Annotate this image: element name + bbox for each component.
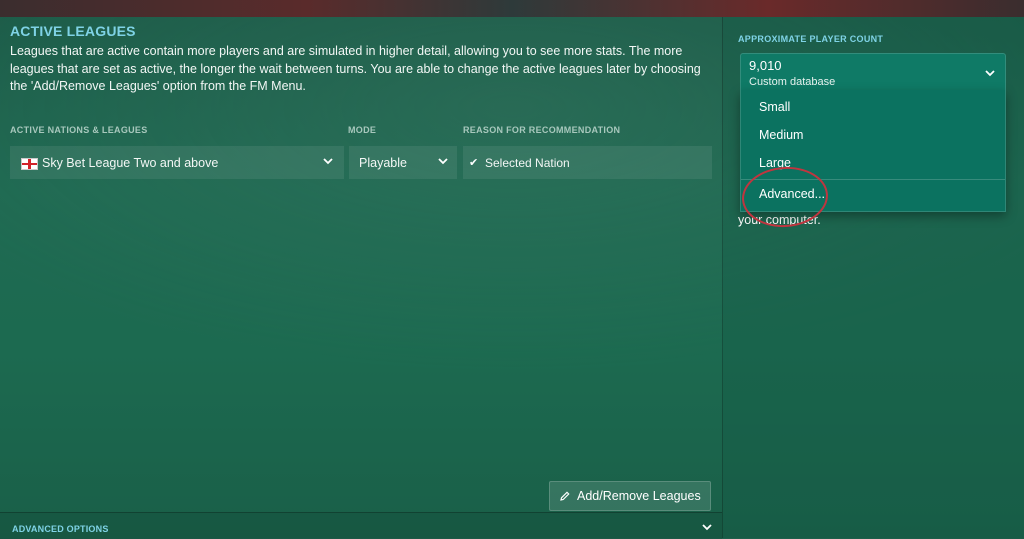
reason-text: Selected Nation — [485, 156, 570, 170]
chevron-down-icon[interactable] — [701, 520, 713, 538]
chevron-down-icon[interactable] — [322, 154, 333, 165]
add-remove-leagues-label: Add/Remove Leagues — [577, 489, 701, 503]
active-leagues-panel: ACTIVE LEAGUES Leagues that are active c… — [0, 17, 722, 539]
description-text: Leagues that are active contain more pla… — [10, 44, 701, 93]
column-header-reason: REASON FOR RECOMMENDATION — [463, 125, 621, 135]
league-row: Sky Bet League Two and above Playable ✔ … — [10, 146, 712, 179]
header-banner — [0, 0, 1024, 17]
reason-cell: ✔ Selected Nation — [463, 146, 712, 179]
check-icon: ✔ — [469, 157, 479, 169]
column-header-mode: MODE — [348, 125, 377, 135]
chevron-down-icon[interactable] — [984, 66, 996, 84]
mode-value: Playable — [359, 156, 407, 170]
advanced-options-label: ADVANCED OPTIONS — [12, 524, 109, 534]
player-count-value: 9,010 — [749, 58, 782, 73]
league-name: Sky Bet League Two and above — [42, 156, 219, 170]
pencil-icon — [559, 489, 571, 501]
option-large[interactable]: Large — [759, 156, 791, 170]
mode-select[interactable]: Playable — [349, 146, 457, 179]
option-medium[interactable]: Medium — [759, 128, 803, 142]
page-title: ACTIVE LEAGUES — [10, 23, 136, 39]
player-count-title: APPROXIMATE PLAYER COUNT — [738, 34, 884, 44]
add-remove-leagues-button[interactable]: Add/Remove Leagues — [549, 481, 711, 511]
dropdown-separator — [741, 179, 1005, 180]
column-header-nations: ACTIVE NATIONS & LEAGUES — [10, 125, 148, 135]
chevron-down-icon[interactable] — [437, 154, 448, 165]
league-select[interactable]: Sky Bet League Two and above — [10, 146, 344, 179]
player-count-database: Custom database — [749, 76, 836, 88]
player-count-select[interactable]: 9,010 Custom database — [740, 53, 1006, 91]
england-flag-icon — [21, 158, 38, 170]
option-small[interactable]: Small — [759, 100, 790, 114]
player-count-panel: APPROXIMATE PLAYER COUNT 9,010 Custom da… — [723, 17, 1024, 538]
option-advanced[interactable]: Advanced... — [759, 187, 825, 201]
advanced-options-bar[interactable]: ADVANCED OPTIONS — [0, 512, 722, 539]
hidden-text-peek: your computer. — [738, 213, 821, 227]
player-count-dropdown: Small Medium Large Advanced... — [740, 90, 1006, 230]
